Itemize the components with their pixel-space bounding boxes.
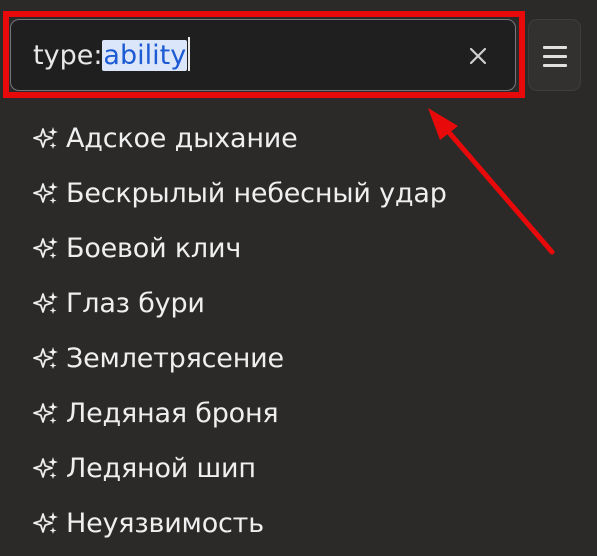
menu-button[interactable]: [528, 19, 581, 91]
sparkles-icon: [33, 456, 58, 479]
list-item[interactable]: Неуязвимость: [32, 496, 447, 551]
sparkles-icon: [33, 346, 58, 369]
text-caret: [188, 37, 191, 71]
list-item[interactable]: Глаз бури: [32, 276, 447, 331]
results-list: Адское дыхание Бескрылый небесный удар Б…: [32, 111, 447, 551]
sparkles-icon: [33, 236, 58, 259]
list-item-label: Землетрясение: [66, 343, 284, 374]
search-field[interactable]: type:ability: [10, 19, 516, 91]
search-prefix: type:: [33, 40, 103, 71]
sparkles-icon: [33, 126, 58, 149]
list-item-label: Ледяной шип: [66, 453, 256, 484]
list-item-label: Боевой клич: [66, 233, 242, 264]
sparkles-icon: [33, 511, 58, 534]
selected-query-text: ability: [102, 40, 188, 71]
hamburger-menu-icon: [543, 46, 567, 73]
list-item[interactable]: Ледяная броня: [32, 386, 447, 441]
sparkles-icon: [33, 181, 58, 204]
list-item-label: Адское дыхание: [66, 123, 298, 154]
list-item[interactable]: Бескрылый небесный удар: [32, 166, 447, 221]
list-item[interactable]: Адское дыхание: [32, 111, 447, 166]
sparkles-icon: [33, 401, 58, 424]
list-item-label: Бескрылый небесный удар: [66, 178, 447, 209]
list-item[interactable]: Землетрясение: [32, 331, 447, 386]
list-item-label: Неуязвимость: [66, 508, 264, 539]
list-item-label: Ледяная броня: [66, 398, 279, 429]
search-input[interactable]: type:ability: [33, 36, 191, 76]
search-page: type:ability Адское дыхание Бескрылый не…: [0, 0, 597, 556]
list-item[interactable]: Ледяной шип: [32, 441, 447, 496]
list-item[interactable]: Боевой клич: [32, 221, 447, 276]
sparkles-icon: [33, 291, 58, 314]
list-item-label: Глаз бури: [66, 288, 205, 319]
close-icon[interactable]: [465, 43, 491, 69]
